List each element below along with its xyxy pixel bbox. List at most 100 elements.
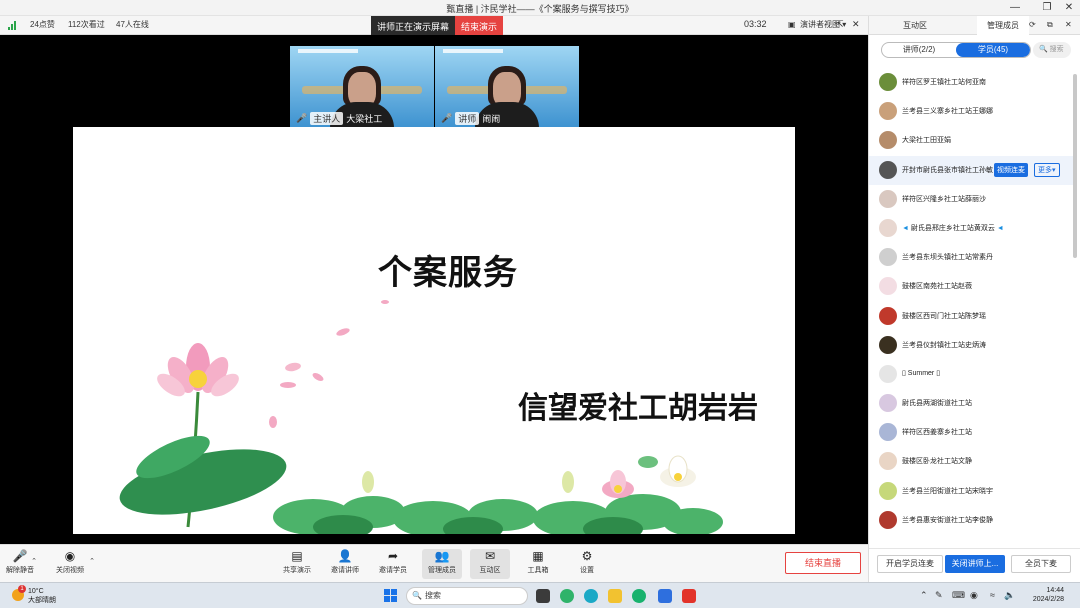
minimize-icon[interactable]: — (1008, 1, 1022, 15)
avatar (879, 394, 897, 413)
list-item[interactable]: 鼓楼区西司门社工站陈梦瑶 (869, 302, 1074, 331)
member-type-tabs: 讲师(2/2) 学员(45) (881, 42, 1031, 58)
taskbar-search-input[interactable]: 🔍 搜索 (406, 587, 528, 605)
member-search-input[interactable]: 🔍 搜索 (1033, 42, 1071, 58)
settings-button[interactable]: ⚙ 设置 (567, 549, 607, 575)
video-tile-lecturer[interactable]: 🎤 讲师 闹闹 (435, 46, 579, 128)
restore-icon[interactable]: ❐ (1040, 1, 1054, 15)
folder-icon[interactable] (608, 589, 622, 603)
list-item[interactable]: 兰考县惠安街道社工站李俊静 (869, 506, 1074, 535)
list-item[interactable]: 大梁社工田亚娟 (869, 126, 1074, 155)
windows-taskbar: 1 10°C 大部晴朗 🔍 搜索 ⌃ ✎ ⌨ ◉ ≈ 🔈 14:44 2024/… (0, 582, 1080, 608)
members-icon: 👥 (434, 549, 450, 563)
member-name: 祥符区西姜寨乡社工站 (902, 429, 972, 437)
list-item[interactable]: 兰考县仪封镇社工站史炳涛 (869, 331, 1074, 360)
list-item[interactable]: 祥符区西姜寨乡社工站 (869, 418, 1074, 447)
tab-members[interactable]: 管理成员 (977, 16, 1029, 35)
avatar (879, 510, 897, 529)
online-count: 47人在线 (116, 20, 149, 29)
gear-icon: ⚙ (581, 549, 593, 563)
wifi-icon[interactable]: ≈ (990, 590, 995, 600)
chevron-up-icon[interactable]: ⌃ (920, 590, 928, 601)
forward-arrow-icon: ➦ (387, 549, 399, 563)
more-button[interactable]: 更多▾ (1034, 162, 1060, 177)
caret-down-icon: ▾ (1052, 166, 1056, 174)
video-nametag: 🎤 讲师 闹闹 (441, 112, 500, 125)
list-item[interactable]: 兰考县兰阳街道社工站宋晓宇 (869, 477, 1074, 506)
tab-lecturers[interactable]: 讲师(2/2) (882, 43, 956, 57)
list-item[interactable]: 尉氏县两湖街道社工站 (869, 389, 1074, 418)
unmute-label: 解除静音 (6, 567, 34, 574)
video-off-button[interactable]: ◉ 关闭视频 (50, 549, 90, 575)
share-button[interactable]: ▤ 共享演示 (277, 549, 317, 575)
list-item[interactable]: 开封市尉氏县张市镇社工孙敏 视频连麦 更多▾ (869, 155, 1074, 185)
windows-start-icon[interactable] (384, 589, 398, 603)
end-live-button[interactable]: 结束直播 (785, 552, 861, 574)
mic-icon: 🎤 (296, 113, 308, 123)
list-item[interactable]: 祥符区罗王镇社工站何亚南 (869, 68, 1074, 97)
live-app-icon[interactable] (658, 589, 672, 603)
popout-icon[interactable]: ⧉ (1047, 20, 1053, 30)
member-list-scrollbar[interactable] (1073, 74, 1077, 258)
avatar (879, 277, 897, 296)
video-off-label: 关闭视频 (56, 567, 84, 574)
browser-icon[interactable] (584, 589, 598, 603)
invite-student-button[interactable]: ➦ 邀请学员 (373, 549, 413, 575)
list-item[interactable]: 兰考县东坝头镇社工站常素丹 (869, 243, 1074, 272)
avatar (879, 364, 897, 383)
toolbox-label: 工具箱 (527, 567, 549, 574)
close-view-icon[interactable]: ✕ (852, 19, 860, 30)
video-link-button[interactable]: 视频连麦 (994, 162, 1028, 177)
video-tile-host[interactable]: 🎤 主讲人 大梁社工 (290, 46, 434, 128)
tray-app-icon[interactable]: ◉ (970, 590, 978, 601)
volume-icon[interactable]: 🔈 (1004, 590, 1015, 601)
more-label: 更多 (1038, 166, 1052, 174)
mic-icon: 🎤 (441, 113, 453, 123)
list-item[interactable]: 兰考县三义寨乡社工站王娜娜 (869, 97, 1074, 126)
pen-icon[interactable]: ✎ (935, 590, 943, 601)
task-view-icon[interactable] (536, 589, 550, 603)
refresh-icon[interactable]: ⟳ (1029, 20, 1036, 29)
fullscreen-icon[interactable]: ⇱ (836, 19, 844, 30)
chevron-up-icon[interactable]: ⌃ (86, 557, 98, 565)
wechat-icon[interactable] (560, 589, 574, 603)
mute-all-button[interactable]: 全员下麦 (1011, 555, 1071, 573)
weather-widget[interactable]: 1 10°C 大部晴朗 (12, 585, 56, 605)
list-item[interactable]: 祥符区兴隆乡社工站薛丽沙 (869, 185, 1074, 214)
clock-date: 2024/2/28 (1032, 596, 1064, 603)
close-icon[interactable]: ✕ (1062, 1, 1076, 15)
bottom-toolbar: 🎤 解除静音 ⌃ ◉ 关闭视频 ⌃ ▤ 共享演示 👤 邀请讲师 ➦ 邀请学员 👥… (0, 544, 868, 582)
member-name: 尉氏县邢庄乡社工站黄双云 (910, 224, 995, 232)
presenting-notice: 讲师正在演示屏幕 (371, 16, 456, 35)
invite-lecturer-button[interactable]: 👤 邀请讲师 (325, 549, 365, 575)
taskbar-clock[interactable]: 14:44 2024/2/28 (1024, 586, 1064, 604)
list-item[interactable]: ▯ Summer ▯ (869, 360, 1074, 389)
manage-members-label: 管理成员 (428, 567, 456, 574)
close-panel-icon[interactable]: ✕ (1065, 20, 1072, 29)
invite-student-label: 邀请学员 (379, 567, 407, 574)
list-item[interactable]: 鼓楼区卧龙社工站文静 (869, 447, 1074, 476)
avatar (879, 73, 897, 91)
video-name: 大梁社工 (346, 114, 383, 124)
member-name: 尉氏县两湖街道社工站 (902, 400, 972, 408)
edge-icon[interactable] (632, 589, 646, 603)
member-name: 祥符区罗王镇社工站何亚南 (902, 79, 986, 86)
enable-student-mic-button[interactable]: 开启学员连麦 (877, 555, 943, 573)
tag-icon: ◄ (996, 224, 1004, 232)
member-panel: 互动区 管理成员 ⟳ ⧉ ✕ 讲师(2/2) 学员(45) 🔍 搜索 祥符区罗王… (868, 16, 1080, 582)
wps-icon[interactable] (682, 589, 696, 603)
toolbox-button[interactable]: ▦ 工具箱 (518, 549, 558, 575)
clock-time: 14:44 (1046, 587, 1064, 594)
list-item[interactable]: 鼓楼区南苑社工站赵薇 (869, 272, 1074, 301)
chevron-up-icon[interactable]: ⌃ (28, 557, 40, 565)
close-lecturer-button[interactable]: 关闭讲师上... (945, 555, 1005, 573)
list-item[interactable]: ◄ 尉氏县邢庄乡社工站黄双云 ◄ (869, 214, 1074, 243)
ime-icon[interactable]: ⌨ (952, 590, 965, 601)
interaction-button[interactable]: ✉ 互动区 (470, 549, 510, 579)
tab-students[interactable]: 学员(45) (956, 43, 1030, 57)
member-name: 兰考县兰阳街道社工站宋晓宇 (902, 487, 993, 495)
end-demo-button[interactable]: 结束演示 (455, 16, 504, 35)
tab-interaction[interactable]: 互动区 (903, 20, 927, 31)
manage-members-button[interactable]: 👥 管理成员 (422, 549, 462, 579)
member-name: 开封市尉氏县张市镇社工孙敏 (902, 166, 993, 174)
